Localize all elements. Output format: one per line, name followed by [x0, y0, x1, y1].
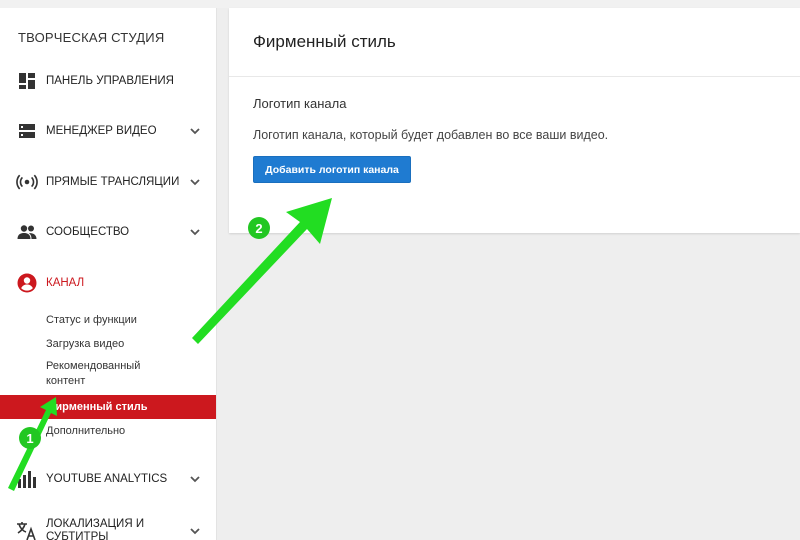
sidebar-subitem-label: Загрузка видео — [46, 338, 125, 350]
sidebar-item-label: ЛОКАЛИЗАЦИЯ И СУБТИТРЫ — [46, 518, 145, 540]
community-icon — [16, 221, 38, 243]
sidebar-item-label: СООБЩЕСТВО — [46, 226, 130, 238]
add-channel-logo-button[interactable]: Добавить логотип канала — [253, 156, 411, 183]
sidebar-item-live-streaming[interactable]: ПРЯМЫЕ ТРАНСЛЯЦИИ — [0, 164, 216, 200]
chevron-down-icon[interactable] — [188, 524, 202, 538]
chevron-down-icon[interactable] — [188, 225, 202, 239]
sidebar-item-label: ПРЯМЫЕ ТРАНСЛЯЦИИ — [46, 176, 180, 188]
translate-icon — [16, 520, 38, 540]
sidebar-item-label: КАНАЛ — [46, 277, 85, 289]
sidebar-item-channel[interactable]: КАНАЛ — [0, 265, 216, 301]
sidebar-item-label: ПАНЕЛЬ УПРАВЛЕНИЯ — [46, 75, 174, 87]
sidebar-subitem-upload-defaults[interactable]: Загрузка видео — [0, 337, 216, 352]
section-title: Логотип канала — [253, 96, 347, 111]
sidebar-subitem-advanced[interactable]: Дополнительно — [0, 424, 216, 439]
sidebar-subitem-label: Дополнительно — [46, 425, 126, 437]
dashboard-icon — [16, 70, 38, 92]
chevron-down-icon[interactable] — [188, 124, 202, 138]
live-stream-icon — [16, 171, 38, 193]
analytics-icon — [16, 468, 38, 490]
channel-icon — [16, 272, 38, 294]
top-bar — [0, 0, 800, 8]
card-header: Фирменный стиль — [229, 8, 800, 77]
sidebar-item-label: YOUTUBE ANALYTICS — [46, 473, 168, 485]
sidebar-subitem-label: Статус и функции — [46, 314, 137, 326]
branding-card: Фирменный стиль Логотип канала Логотип к… — [229, 8, 800, 233]
sidebar-item-dashboard[interactable]: ПАНЕЛЬ УПРАВЛЕНИЯ — [0, 63, 216, 99]
sidebar-item-community[interactable]: СООБЩЕСТВО — [0, 214, 216, 250]
sidebar-subitem-label: Фирменный стиль — [46, 401, 148, 413]
video-manager-icon — [16, 120, 38, 142]
page-title: Фирменный стиль — [253, 32, 396, 51]
sidebar-subitem-status[interactable]: Статус и функции — [0, 313, 216, 328]
sidebar-item-label: МЕНЕДЖЕР ВИДЕО — [46, 125, 157, 137]
sidebar-subitem-branding[interactable]: Фирменный стиль — [0, 395, 216, 419]
studio-title: ТВОРЧЕСКАЯ СТУДИЯ — [18, 30, 165, 45]
sidebar-item-analytics[interactable]: YOUTUBE ANALYTICS — [0, 461, 216, 497]
sidebar-item-video-manager[interactable]: МЕНЕДЖЕР ВИДЕО — [0, 113, 216, 149]
sidebar: ТВОРЧЕСКАЯ СТУДИЯ ПАНЕЛЬ УПРАВЛЕНИЯ МЕНЕ… — [0, 8, 217, 540]
section-description: Логотип канала, который будет добавлен в… — [253, 128, 609, 142]
sidebar-subitem-label: Рекомендованный контент — [46, 360, 141, 387]
sidebar-subitem-featured-content[interactable]: Рекомендованный контент — [0, 359, 216, 389]
sidebar-item-localization[interactable]: ЛОКАЛИЗАЦИЯ И СУБТИТРЫ — [0, 513, 216, 540]
chevron-down-icon[interactable] — [188, 175, 202, 189]
chevron-down-icon[interactable] — [188, 472, 202, 486]
